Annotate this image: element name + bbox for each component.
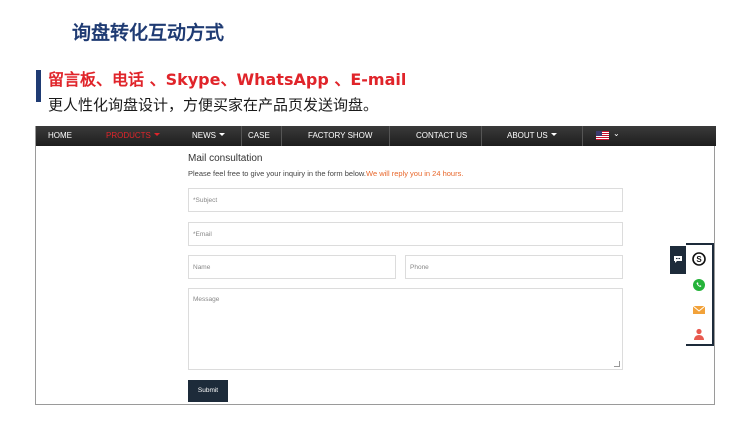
chat-icon bbox=[674, 256, 682, 263]
slide-title: 询盘转化互动方式 bbox=[72, 22, 225, 44]
message-field[interactable]: Message bbox=[188, 288, 623, 370]
chevron-down-icon bbox=[153, 133, 160, 137]
reply-note: We will reply you in 24 hours. bbox=[366, 169, 464, 178]
us-flag-icon[interactable] bbox=[596, 131, 609, 140]
nav-item-news[interactable]: NEWS bbox=[192, 126, 225, 146]
chevron-down-icon bbox=[550, 133, 557, 137]
svg-text:S: S bbox=[696, 255, 702, 264]
nav-sep bbox=[281, 126, 282, 146]
nav-item-contact-us[interactable]: CONTACT US bbox=[416, 126, 467, 146]
phone-placeholder: Phone bbox=[410, 264, 429, 271]
whatsapp-icon[interactable] bbox=[692, 278, 706, 292]
resize-handle-icon[interactable] bbox=[614, 361, 620, 367]
nav-item-factory-show[interactable]: FACTORY SHOW bbox=[308, 126, 372, 146]
phone-field[interactable]: Phone bbox=[405, 255, 623, 279]
accent-bar bbox=[36, 70, 41, 102]
contact-widget: S bbox=[686, 243, 714, 346]
email-placeholder: *Email bbox=[193, 231, 212, 238]
chat-tab[interactable] bbox=[670, 246, 686, 274]
nav-item-about-us[interactable]: ABOUT US bbox=[507, 126, 557, 146]
nav-sep bbox=[241, 126, 242, 146]
name-placeholder: Name bbox=[193, 264, 211, 271]
form-title: Mail consultation bbox=[188, 153, 263, 164]
name-field[interactable]: Name bbox=[188, 255, 396, 279]
nav-sep bbox=[481, 126, 482, 146]
subject-field[interactable]: *Subject bbox=[188, 188, 623, 212]
subject-placeholder: *Subject bbox=[193, 197, 218, 204]
nav-sep bbox=[389, 126, 390, 146]
contact-person-icon[interactable] bbox=[692, 327, 706, 341]
contact-channels-heading: 留言板、电话 、Skype、WhatsApp 、E-mail bbox=[48, 70, 407, 89]
skype-icon[interactable]: S bbox=[692, 252, 706, 266]
nav-item-home[interactable]: HOME bbox=[48, 126, 72, 146]
chevron-down-icon bbox=[219, 133, 225, 137]
submit-button[interactable]: Submit bbox=[188, 380, 228, 402]
nav-sep bbox=[582, 126, 583, 146]
message-placeholder: Message bbox=[193, 296, 220, 303]
form-description: Please feel free to give your inquiry in… bbox=[188, 169, 464, 178]
nav-bar: HOME PRODUCTS NEWS CASE FACTORY SHOW CON… bbox=[36, 126, 716, 146]
website-screenshot: HOME PRODUCTS NEWS CASE FACTORY SHOW CON… bbox=[35, 126, 716, 405]
nav-item-case[interactable]: CASE bbox=[248, 126, 270, 146]
email-icon[interactable] bbox=[692, 303, 706, 317]
nav-item-products[interactable]: PRODUCTS bbox=[106, 126, 160, 146]
slide-subtitle: 更人性化询盘设计，方便买家在产品页发送询盘。 bbox=[48, 96, 379, 114]
email-field[interactable]: *Email bbox=[188, 222, 623, 246]
language-chevron-icon[interactable]: ⌄ bbox=[613, 129, 620, 138]
